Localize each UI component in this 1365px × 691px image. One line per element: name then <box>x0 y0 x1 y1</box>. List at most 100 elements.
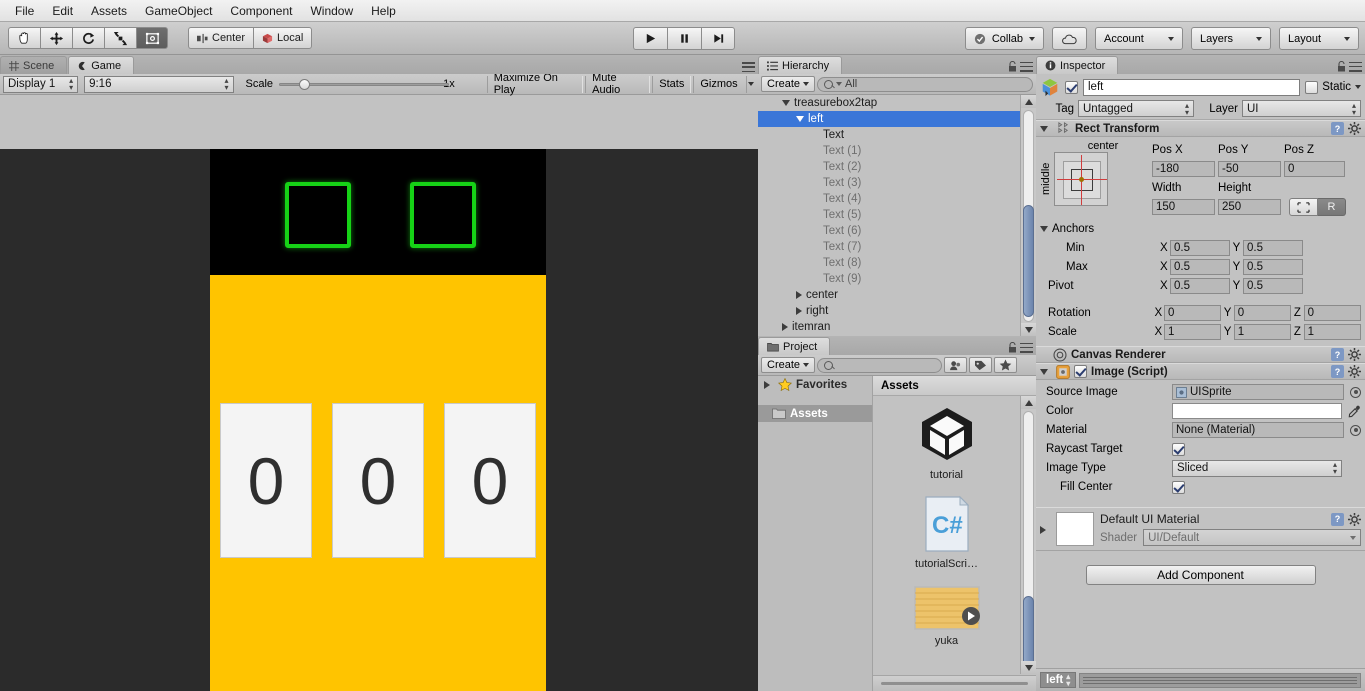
fill-center-checkbox[interactable] <box>1172 480 1185 494</box>
hierarchy-item-center[interactable]: center <box>758 287 1020 303</box>
game-panel-options[interactable] <box>742 62 755 72</box>
help-icon[interactable]: ? <box>1331 512 1344 526</box>
aspect-dropdown[interactable]: 9:16 ▴ ▾ <box>84 75 234 93</box>
anchor-min-x-field[interactable]: 0.5 <box>1170 240 1230 256</box>
menu-item-window[interactable]: Window <box>301 1 362 21</box>
chevron-right-icon[interactable] <box>782 323 788 331</box>
inspector-options[interactable] <box>1337 61 1362 72</box>
move-tool-button[interactable] <box>40 27 72 49</box>
menu-item-component[interactable]: Component <box>221 1 301 21</box>
menu-item-help[interactable]: Help <box>362 1 405 21</box>
blueprint-mode-button[interactable] <box>1289 198 1318 216</box>
hierarchy-scroll-thumb[interactable] <box>1023 205 1034 317</box>
menu-item-gameobject[interactable]: GameObject <box>136 1 221 21</box>
project-favorites-row[interactable]: Favorites <box>758 376 872 393</box>
tab-project[interactable]: Project <box>758 337 831 355</box>
chevron-down-icon[interactable] <box>1355 85 1361 89</box>
pos-z-field[interactable]: 0 <box>1284 161 1345 177</box>
add-component-button[interactable]: Add Component <box>1085 565 1316 585</box>
step-button[interactable] <box>701 27 735 50</box>
project-options[interactable] <box>1008 342 1033 353</box>
rect-transform-header[interactable]: Rect Transform ? <box>1036 120 1365 137</box>
anchor-max-y-field[interactable]: 0.5 <box>1243 259 1303 275</box>
hierarchy-item-left[interactable]: left <box>758 111 1020 127</box>
rotate-tool-button[interactable] <box>72 27 104 49</box>
play-button[interactable] <box>633 27 667 50</box>
asset-item-texture[interactable]: yuka <box>873 586 1020 647</box>
chevron-down-icon[interactable] <box>796 116 804 122</box>
hierarchy-item-text-2[interactable]: Text (2) <box>758 159 1020 175</box>
image-type-dropdown[interactable]: Sliced ▴ ▾ <box>1172 459 1342 477</box>
gizmos-toggle[interactable]: Gizmos <box>693 75 743 93</box>
scale-z-field[interactable]: 1 <box>1303 324 1361 340</box>
tag-dropdown[interactable]: Untagged ▴ ▾ <box>1078 100 1194 117</box>
source-image-picker-icon[interactable] <box>1350 386 1361 398</box>
hierarchy-options[interactable] <box>1008 61 1033 72</box>
layers-button[interactable]: Layers <box>1191 27 1271 50</box>
width-field[interactable]: 150 <box>1152 199 1215 215</box>
anchor-max-x-field[interactable]: 0.5 <box>1170 259 1230 275</box>
chevron-right-icon[interactable] <box>1040 526 1046 534</box>
asset-item-script[interactable]: C# tutorialScri… <box>873 495 1020 570</box>
hierarchy-item-text-4[interactable]: Text (4) <box>758 191 1020 207</box>
hierarchy-scrollbar[interactable] <box>1020 95 1037 336</box>
material-field[interactable]: None (Material) <box>1172 422 1344 438</box>
canvas-renderer-header[interactable]: Canvas Renderer ? <box>1036 346 1365 363</box>
rotation-y-field[interactable]: 0 <box>1233 305 1292 321</box>
pivot-rotation-button[interactable]: Local <box>253 27 313 49</box>
pause-button[interactable] <box>667 27 701 50</box>
stats-toggle[interactable]: Stats <box>652 75 692 93</box>
height-field[interactable]: 250 <box>1218 199 1281 215</box>
hand-tool-button[interactable] <box>8 27 40 49</box>
pos-x-field[interactable]: -180 <box>1152 161 1215 177</box>
object-active-checkbox[interactable] <box>1065 80 1078 94</box>
cloud-button[interactable] <box>1052 27 1087 50</box>
shader-dropdown[interactable]: UI/Default <box>1143 529 1361 546</box>
color-swatch-field[interactable] <box>1172 403 1342 419</box>
project-scrollbar[interactable] <box>1020 396 1037 674</box>
hierarchy-item-text[interactable]: Text <box>758 127 1020 143</box>
game-viewport[interactable]: 0 0 0 <box>0 149 758 691</box>
help-icon[interactable]: ? <box>1331 122 1344 135</box>
panel-menu-icon[interactable] <box>1020 342 1033 353</box>
mute-audio-toggle[interactable]: Mute Audio <box>585 72 651 96</box>
collapse-triangle-icon[interactable] <box>1040 226 1048 232</box>
rotation-x-field[interactable]: 0 <box>1163 305 1222 321</box>
scroll-up-arrow[interactable] <box>1021 396 1036 409</box>
status-object-name[interactable]: left ▴ ▾ <box>1040 672 1077 688</box>
maximize-on-play-toggle[interactable]: Maximize On Play <box>486 72 584 96</box>
asset-zoom-slider[interactable] <box>873 675 1109 691</box>
collab-button[interactable]: Collab <box>964 27 1044 50</box>
hierarchy-item-text-8[interactable]: Text (8) <box>758 255 1020 271</box>
stepper-icon[interactable]: ▴ ▾ <box>1066 673 1070 688</box>
static-toggle[interactable]: Static <box>1305 80 1361 94</box>
hierarchy-item-text-6[interactable]: Text (6) <box>758 223 1020 239</box>
asset-grid[interactable]: tutorial C# tutorialScri… yuka <box>873 396 1020 674</box>
collapse-triangle-icon[interactable] <box>1040 368 1048 375</box>
anchor-min-y-field[interactable]: 0.5 <box>1243 240 1303 256</box>
hierarchy-item-text-9[interactable]: Text (9) <box>758 271 1020 287</box>
scale-x-field[interactable]: 1 <box>1163 324 1222 340</box>
account-button[interactable]: Account <box>1095 27 1183 50</box>
material-picker-icon[interactable] <box>1350 424 1361 436</box>
layer-dropdown[interactable]: UI ▴ ▾ <box>1242 100 1361 117</box>
scroll-down-arrow[interactable] <box>1021 323 1037 336</box>
scale-slider-thumb[interactable] <box>299 79 311 90</box>
chevron-right-icon[interactable] <box>796 291 802 299</box>
image-enabled-checkbox[interactable] <box>1074 365 1087 378</box>
pivot-y-field[interactable]: 0.5 <box>1243 278 1303 294</box>
scroll-down-arrow[interactable] <box>1021 661 1037 674</box>
anchor-preset-widget[interactable] <box>1054 152 1108 206</box>
raw-edit-button[interactable]: R <box>1318 198 1346 216</box>
pos-y-field[interactable]: -50 <box>1218 161 1281 177</box>
static-checkbox[interactable] <box>1305 80 1319 94</box>
scale-y-field[interactable]: 1 <box>1233 324 1292 340</box>
anchors-header-row[interactable]: Anchors <box>1040 220 1361 238</box>
tab-inspector[interactable]: Inspector <box>1036 56 1119 74</box>
menu-item-file[interactable]: File <box>6 1 43 21</box>
raycast-checkbox[interactable] <box>1172 442 1185 456</box>
layout-button[interactable]: Layout <box>1279 27 1359 50</box>
hierarchy-item-text-5[interactable]: Text (5) <box>758 207 1020 223</box>
panel-menu-icon[interactable] <box>1020 61 1033 72</box>
filter-by-label-button[interactable] <box>969 357 993 373</box>
